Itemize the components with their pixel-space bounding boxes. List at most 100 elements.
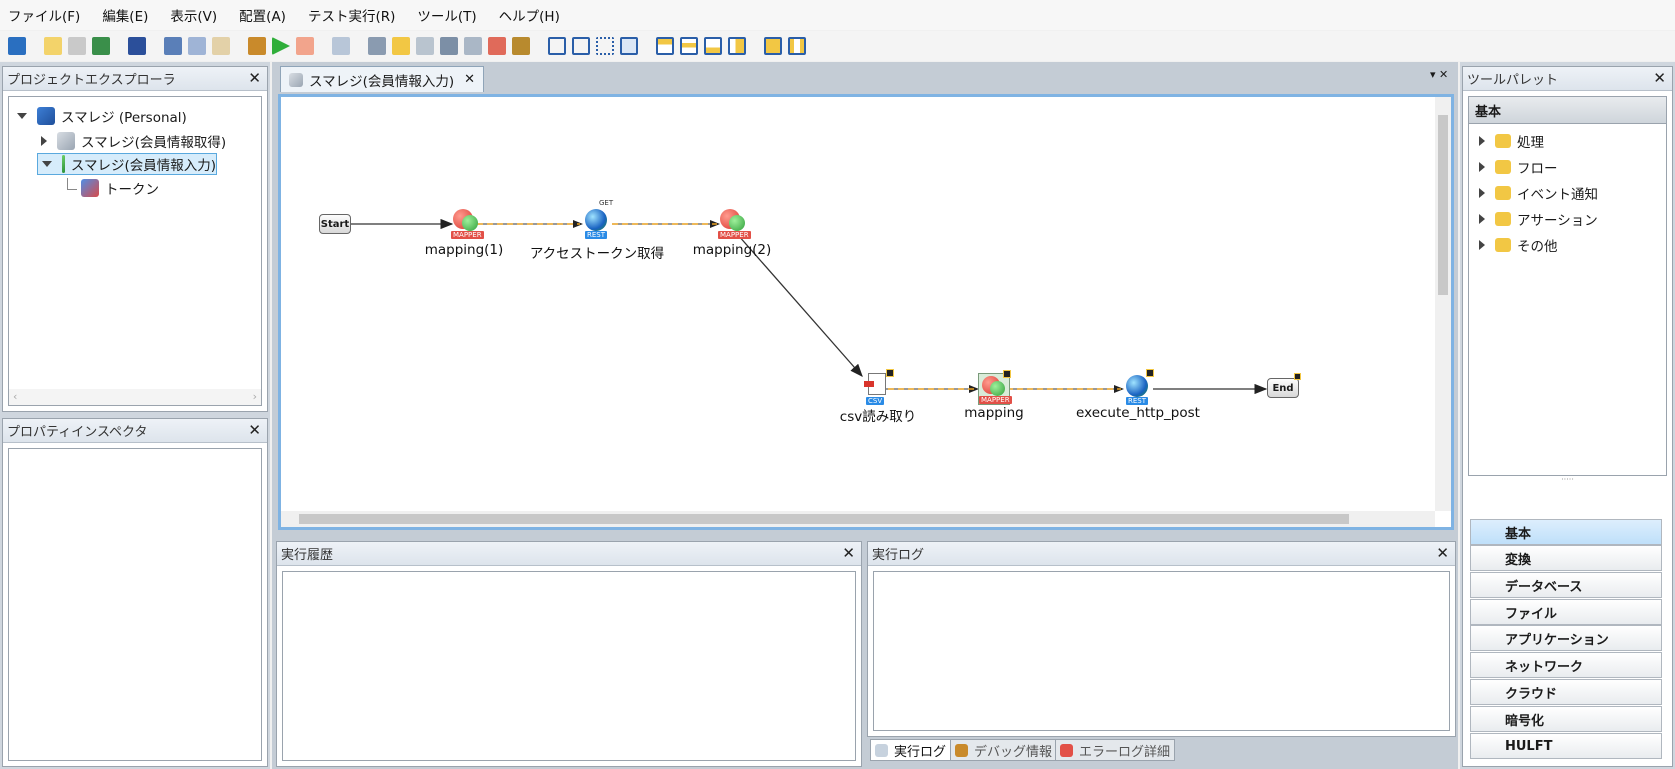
- error-icon: [1060, 743, 1073, 757]
- tab-label: スマレジ(会員情報入力): [309, 73, 455, 90]
- editor-menu-icon[interactable]: ▾ ✕: [1430, 68, 1448, 81]
- cut-icon[interactable]: [164, 37, 182, 55]
- palette-folder-assertion[interactable]: アサーション: [1479, 208, 1598, 230]
- document-icon[interactable]: [416, 37, 434, 55]
- expand-icon[interactable]: [1479, 188, 1485, 198]
- project-explorer-header: プロジェクトエクスプローラ ✕: [3, 67, 267, 91]
- new-project-icon[interactable]: [8, 37, 26, 55]
- palette-splitter[interactable]: ·····: [1468, 476, 1667, 485]
- property-inspector-body: [8, 448, 262, 761]
- project-icon: [37, 107, 55, 125]
- http-post-node[interactable]: REST: [1122, 369, 1154, 405]
- csv-read-node[interactable]: CSV: [862, 369, 894, 405]
- debug-icon[interactable]: [248, 37, 266, 55]
- align-center-icon[interactable]: [572, 37, 590, 55]
- flow-connections: [351, 218, 1268, 395]
- start-node[interactable]: Start: [319, 214, 351, 234]
- palette-group-basic[interactable]: 基本: [1470, 519, 1662, 545]
- end-node[interactable]: End: [1267, 378, 1299, 398]
- close-icon[interactable]: ✕: [1653, 69, 1666, 87]
- menu-view[interactable]: 表示(V): [170, 5, 217, 25]
- bug-icon: [955, 743, 968, 757]
- distribute-vertical-icon[interactable]: [728, 37, 746, 55]
- menu-edit[interactable]: 編集(E): [102, 5, 148, 25]
- expand-icon[interactable]: [1479, 240, 1485, 250]
- expand-icon[interactable]: [1479, 136, 1485, 146]
- close-icon[interactable]: ✕: [248, 421, 261, 439]
- expand-icon[interactable]: [17, 113, 27, 119]
- error-list-icon[interactable]: [488, 37, 506, 55]
- palette-folder-event[interactable]: イベント通知: [1479, 182, 1598, 204]
- tab-close-icon[interactable]: ✕: [464, 72, 475, 87]
- palette-group-encryption[interactable]: 暗号化: [1470, 706, 1662, 732]
- menu-file[interactable]: ファイル(F): [8, 5, 80, 25]
- menu-help[interactable]: ヘルプ(H): [499, 5, 560, 25]
- close-icon[interactable]: ✕: [842, 544, 855, 562]
- tab-script-editor[interactable]: スマレジ(会員情報入力) ✕: [280, 66, 485, 92]
- log-icon: [875, 743, 888, 757]
- tree-item-token[interactable]: トークン: [67, 177, 159, 199]
- canvas-hscrollbar[interactable]: [281, 511, 1435, 527]
- import-icon[interactable]: [92, 37, 110, 55]
- get-label: GET: [599, 199, 614, 207]
- palette-group-hulft[interactable]: HULFT: [1470, 733, 1662, 759]
- property-inspector-title: プロパティインスペクタ: [7, 425, 148, 440]
- tab-error-log-detail[interactable]: エラーログ詳細: [1055, 739, 1176, 761]
- stop-icon[interactable]: [296, 37, 314, 55]
- wrench-icon[interactable]: [368, 37, 386, 55]
- equal-width-icon[interactable]: [788, 37, 806, 55]
- palette-group-cloud[interactable]: クラウド: [1470, 679, 1662, 705]
- palette-group-application[interactable]: アプリケーション: [1470, 625, 1662, 651]
- expand-icon[interactable]: [1479, 162, 1485, 172]
- copy-script-icon[interactable]: [68, 37, 86, 55]
- new-script-icon[interactable]: [44, 37, 62, 55]
- tree-item-script-input[interactable]: スマレジ(会員情報入力): [37, 153, 217, 175]
- tree-item-script-get[interactable]: スマレジ(会員情報取得): [41, 130, 226, 152]
- canvas-vscrollbar[interactable]: [1435, 97, 1451, 511]
- palette-group-file[interactable]: ファイル: [1470, 599, 1662, 625]
- copy-icon[interactable]: [188, 37, 206, 55]
- close-icon[interactable]: ✕: [248, 69, 261, 87]
- tree-connector: [67, 178, 77, 190]
- tool-palette-header: ツールパレット ✕: [1463, 67, 1672, 91]
- script-canvas[interactable]: Start MAPPER mapping(1) GET REST アクセストーク…: [278, 94, 1454, 530]
- mapping1-node[interactable]: MAPPER: [451, 209, 484, 239]
- list-icon[interactable]: [464, 37, 482, 55]
- equal-height-icon[interactable]: [764, 37, 782, 55]
- palette-group-network[interactable]: ネットワーク: [1470, 652, 1662, 678]
- expand-icon[interactable]: [42, 161, 52, 167]
- menu-tools[interactable]: ツール(T): [417, 5, 476, 25]
- palette-folder-other[interactable]: その他: [1479, 234, 1558, 256]
- palette-folder-process[interactable]: 処理: [1479, 130, 1544, 152]
- align-right-icon[interactable]: [620, 37, 638, 55]
- save-icon[interactable]: [128, 37, 146, 55]
- collapse-icon[interactable]: [41, 136, 47, 146]
- menu-test-run[interactable]: テスト実行(R): [308, 5, 395, 25]
- mapping-node[interactable]: MAPPER: [978, 370, 1012, 405]
- settings-icon[interactable]: [440, 37, 458, 55]
- align-left-icon[interactable]: [548, 37, 566, 55]
- expand-icon[interactable]: [1479, 214, 1485, 224]
- folder-icon[interactable]: [392, 37, 410, 55]
- variable-icon: [81, 179, 99, 197]
- calculator-icon[interactable]: [332, 37, 350, 55]
- tab-debug-info[interactable]: デバッグ情報: [950, 739, 1058, 761]
- palette-folder-flow[interactable]: フロー: [1479, 156, 1558, 178]
- run-icon[interactable]: [272, 37, 290, 55]
- bug-icon[interactable]: [512, 37, 530, 55]
- distribute-top-icon[interactable]: [656, 37, 674, 55]
- tree-item-project[interactable]: スマレジ (Personal): [17, 105, 187, 127]
- align-grid-icon[interactable]: [596, 37, 614, 55]
- script-icon: [289, 72, 303, 87]
- mapping2-node[interactable]: MAPPER: [718, 209, 751, 239]
- close-icon[interactable]: ✕: [1436, 544, 1449, 562]
- menu-arrange[interactable]: 配置(A): [239, 5, 286, 25]
- distribute-bottom-icon[interactable]: [704, 37, 722, 55]
- palette-group-conversion[interactable]: 変換: [1470, 545, 1662, 571]
- palette-group-database[interactable]: データベース: [1470, 572, 1662, 598]
- tree-hscrollbar[interactable]: ‹ ›: [9, 389, 261, 405]
- paste-icon[interactable]: [212, 37, 230, 55]
- distribute-middle-icon[interactable]: [680, 37, 698, 55]
- access-token-node[interactable]: GET REST: [581, 199, 613, 239]
- tab-execution-log[interactable]: 実行ログ: [870, 739, 952, 761]
